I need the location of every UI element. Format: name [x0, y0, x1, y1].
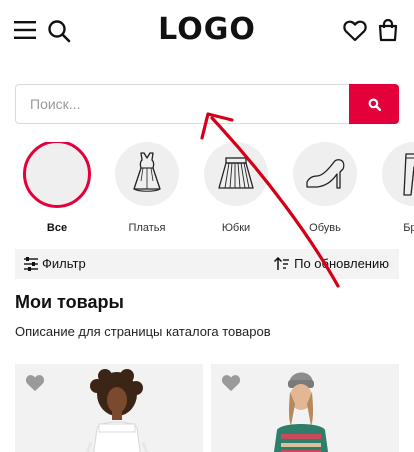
- heart-icon: [221, 375, 241, 392]
- product-card[interactable]: [15, 364, 203, 452]
- category-label: Платья: [128, 222, 166, 234]
- sliders-icon: [24, 256, 38, 271]
- category-all-circle: [23, 142, 91, 208]
- category-label: Обувь: [309, 222, 341, 234]
- category-trousers[interactable]: Брю: [369, 142, 414, 234]
- search-input[interactable]: [15, 84, 351, 124]
- sort-button[interactable]: По обновлению: [274, 256, 389, 271]
- wishlist-button[interactable]: [343, 20, 367, 47]
- skirt-icon: [218, 157, 254, 189]
- search-icon: [368, 98, 381, 111]
- sort-icon: [274, 256, 290, 270]
- heart-icon: [25, 375, 45, 392]
- filter-bar: Фильтр По обновлению: [15, 249, 399, 279]
- trousers-icon: [403, 153, 414, 196]
- category-trousers-circle: [382, 142, 414, 206]
- category-skirts-circle: [204, 142, 268, 206]
- header: LOGO: [0, 0, 414, 62]
- bag-icon: [378, 18, 398, 42]
- search-submit-button[interactable]: [349, 84, 399, 124]
- favorite-button[interactable]: [221, 374, 241, 397]
- favorite-button[interactable]: [25, 374, 45, 397]
- dress-icon: [133, 152, 161, 192]
- heart-icon: [343, 20, 367, 42]
- search-bar: [15, 84, 399, 124]
- category-shoes-circle: [293, 142, 357, 206]
- page-title: Мои товары: [15, 292, 124, 312]
- filter-button[interactable]: Фильтр: [23, 256, 86, 271]
- category-dresses-circle: [115, 142, 179, 206]
- category-label: Юбки: [221, 222, 251, 234]
- sort-label: По обновлению: [294, 256, 389, 271]
- category-shoes[interactable]: Обувь: [280, 142, 370, 234]
- category-all[interactable]: Все: [12, 142, 102, 234]
- category-carousel: Все Платья Юбки Обувь Бр: [0, 142, 414, 238]
- category-dresses[interactable]: Платья: [102, 142, 192, 234]
- category-label: Все: [46, 222, 68, 234]
- category-skirts[interactable]: Юбки: [191, 142, 281, 234]
- shoe-icon: [306, 159, 345, 189]
- cart-button[interactable]: [377, 18, 399, 47]
- category-label: Брю: [403, 222, 414, 234]
- filter-label: Фильтр: [42, 256, 86, 271]
- product-card[interactable]: [211, 364, 399, 452]
- page-description: Описание для страницы каталога товаров: [15, 324, 271, 339]
